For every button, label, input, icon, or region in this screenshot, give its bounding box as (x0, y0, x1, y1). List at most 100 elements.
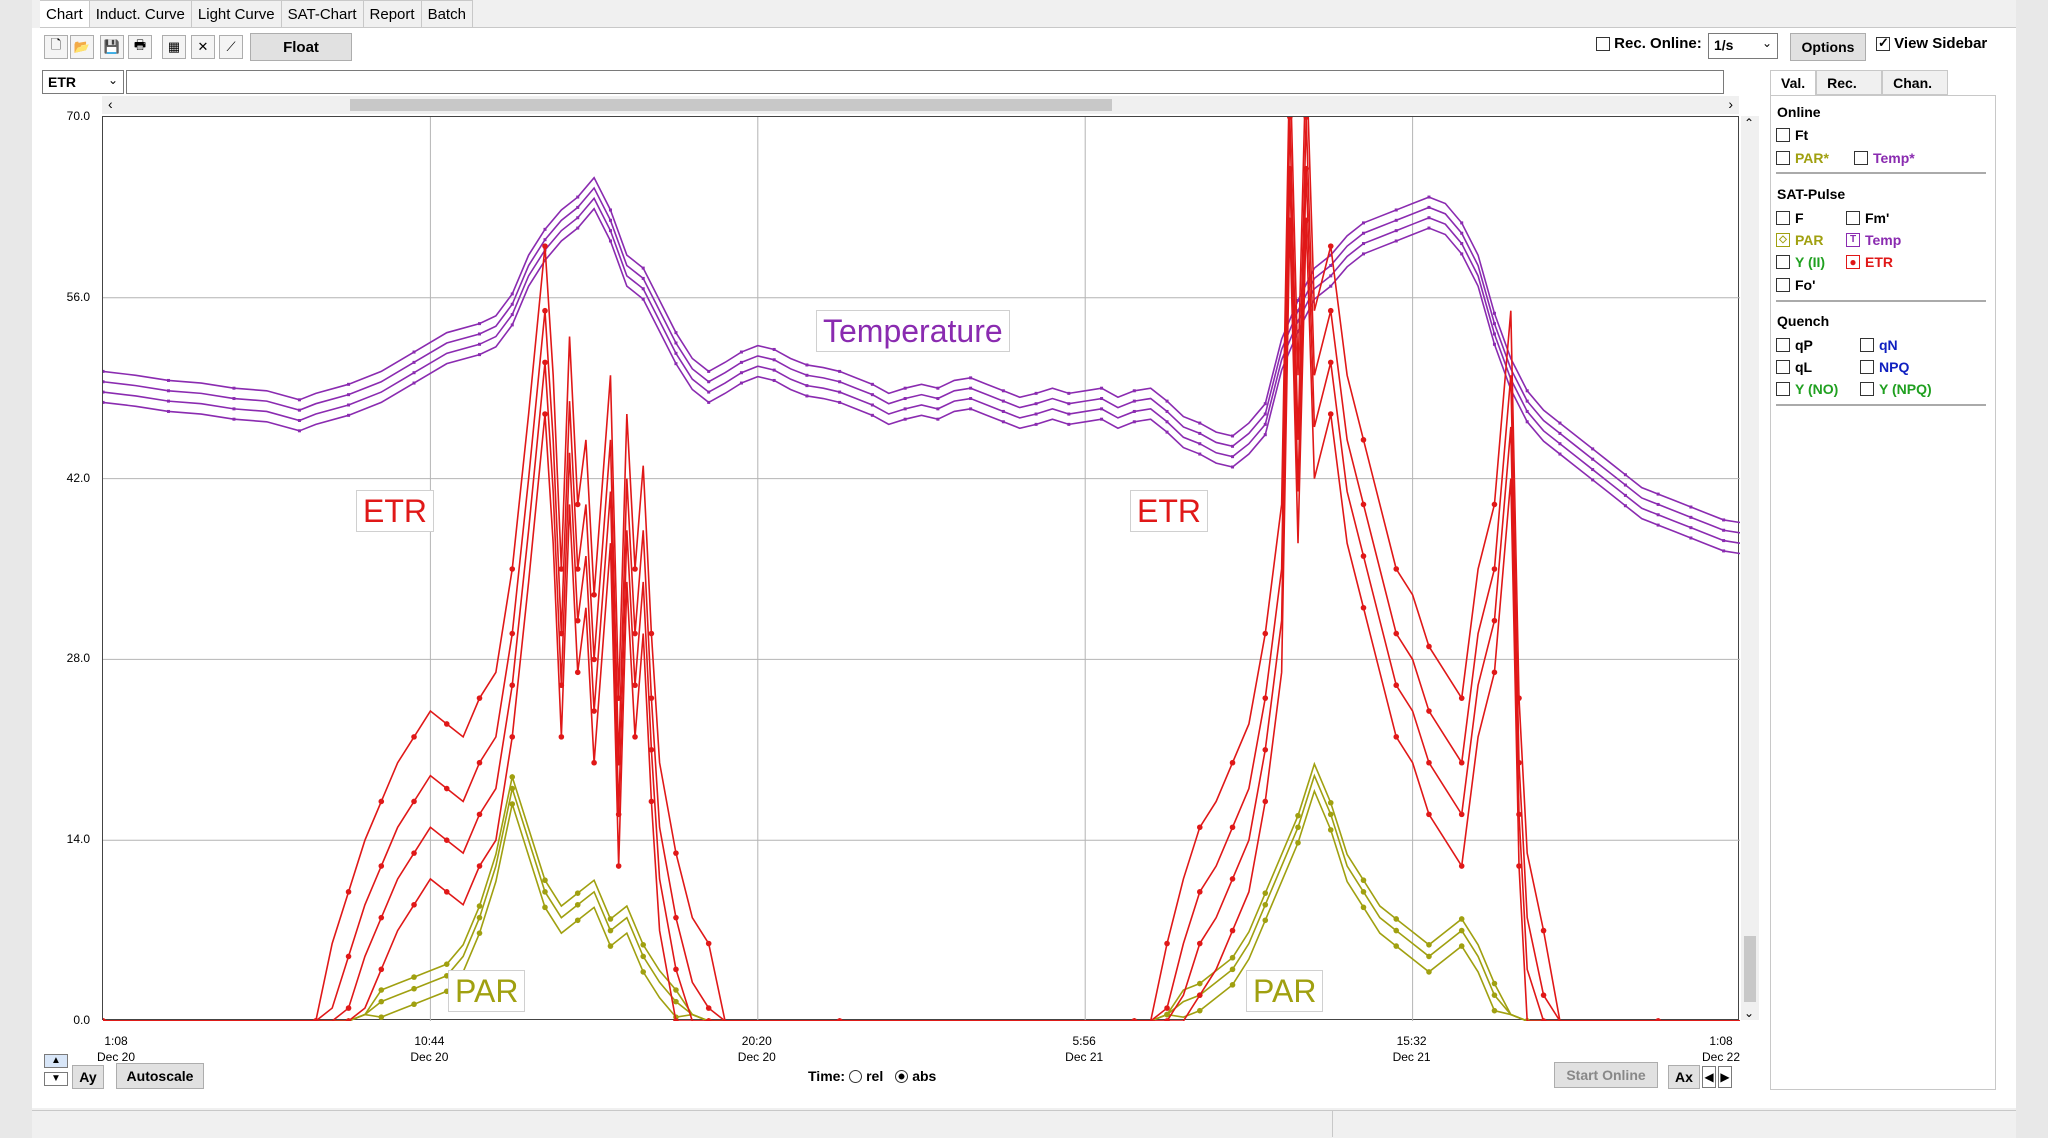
temperature-point (641, 287, 645, 291)
ay-button[interactable]: Ay (72, 1065, 104, 1089)
par-marker-icon[interactable]: ◇ (1776, 233, 1790, 247)
tab-induct-curve[interactable]: Induct. Curve (89, 0, 192, 28)
scrollbar-thumb[interactable] (350, 99, 1112, 111)
option-ql[interactable]: qL (1776, 359, 1812, 375)
tab-sat-chart[interactable]: SAT-Chart (281, 0, 364, 28)
channel-select[interactable]: ETR ⌄ (42, 70, 124, 94)
option-fo-prime[interactable]: Fo' (1776, 277, 1815, 293)
option-fm-prime[interactable]: Fm' (1846, 210, 1889, 226)
option-qn[interactable]: qN (1860, 337, 1898, 353)
checkbox[interactable] (1776, 360, 1790, 374)
checkbox[interactable] (1776, 151, 1790, 165)
vertical-scrollbar[interactable]: ⌃ ⌄ (1741, 116, 1759, 1020)
sidebar-tab-val[interactable]: Val. (1770, 70, 1817, 95)
checkbox[interactable] (1776, 382, 1790, 396)
par-point (1196, 980, 1203, 987)
checkbox[interactable] (1860, 360, 1874, 374)
checkbox[interactable] (1776, 278, 1790, 292)
status-line-field[interactable] (126, 70, 1724, 94)
option-y-no[interactable]: Y (NO) (1776, 381, 1838, 397)
checkbox[interactable] (1776, 338, 1790, 352)
option-ft[interactable]: Ft (1776, 127, 1808, 143)
checkbox[interactable] (1776, 128, 1790, 142)
view-sidebar-checkbox-group[interactable]: View Sidebar (1876, 35, 1987, 52)
checkbox[interactable] (1776, 255, 1790, 269)
temperature-point (674, 331, 678, 335)
etr-point (1491, 501, 1498, 508)
new-file-icon[interactable]: 🗋 (44, 35, 68, 59)
etr-point (574, 669, 581, 676)
temperature-point (903, 397, 907, 401)
temperature-point (936, 417, 940, 421)
rec-online-checkbox[interactable] (1596, 37, 1610, 52)
temp-marker-icon[interactable]: T (1846, 233, 1860, 247)
y-scale-down-icon[interactable]: ▼ (44, 1072, 68, 1086)
tab-chart[interactable]: Chart (40, 0, 90, 28)
etr-point (1164, 1005, 1170, 1011)
rec-online-checkbox-group[interactable]: Rec. Online: (1596, 35, 1702, 52)
temperature-point (1231, 434, 1235, 438)
option-f[interactable]: F (1776, 210, 1804, 226)
option-par[interactable]: ◇ PAR (1776, 232, 1824, 248)
option-label: Temp* (1873, 150, 1915, 166)
checkbox[interactable] (1776, 211, 1790, 225)
scroll-right-icon[interactable]: › (1728, 96, 1733, 112)
checkbox[interactable] (1860, 382, 1874, 396)
etr-point (1360, 553, 1367, 559)
save-icon[interactable]: 💾 (100, 35, 124, 59)
etr-point (476, 811, 483, 818)
options-button[interactable]: Options (1790, 33, 1866, 61)
cross-cursor-icon[interactable]: ✕ (191, 35, 215, 59)
x-scroll-right-icon[interactable]: ▶ (1718, 1066, 1732, 1088)
scroll-up-icon[interactable]: ⌃ (1744, 116, 1754, 130)
float-button[interactable]: Float (250, 33, 352, 61)
temperature-point (1198, 421, 1202, 425)
option-npq[interactable]: NPQ (1860, 359, 1909, 375)
option-temp[interactable]: T Temp (1846, 232, 1901, 248)
temperature-point (1263, 412, 1267, 416)
open-folder-icon[interactable]: 📂 (70, 35, 94, 59)
option-label: Fo' (1795, 277, 1816, 293)
etr-marker-icon[interactable]: ● (1846, 255, 1860, 269)
temperature-point (772, 358, 776, 362)
sidebar-tab-rec[interactable]: Rec. (1816, 70, 1883, 95)
vertical-scrollbar-thumb[interactable] (1744, 936, 1756, 1002)
grid-icon[interactable]: ▦ (162, 35, 186, 59)
option-etr[interactable]: ● ETR (1846, 254, 1893, 270)
abs-radio[interactable] (895, 1069, 909, 1083)
autoscale-button[interactable]: Autoscale (116, 1063, 204, 1089)
x-tick-label: 5:56 Dec 21 (1044, 1033, 1124, 1065)
sidebar-tab-chan[interactable]: Chan. (1882, 70, 1949, 95)
checkbox[interactable] (1854, 151, 1868, 165)
print-icon[interactable]: 🖶 (128, 35, 152, 59)
chart-plot-area[interactable] (100, 49, 1741, 1024)
scroll-left-icon[interactable]: ‹ (108, 96, 113, 112)
x-tick-date: Dec 22 (1701, 1050, 1741, 1064)
option-temp-star[interactable]: Temp* (1854, 150, 1915, 166)
option-y-npq[interactable]: Y (NPQ) (1860, 381, 1932, 397)
option-qp[interactable]: qP (1776, 337, 1813, 353)
view-sidebar-checkbox[interactable] (1876, 35, 1890, 52)
rel-radio[interactable] (849, 1069, 863, 1083)
etr-point (1393, 630, 1400, 637)
checkbox[interactable] (1846, 211, 1860, 225)
option-y-ii[interactable]: Y (II) (1776, 254, 1825, 270)
tab-report[interactable]: Report (363, 0, 422, 28)
temperature-point (1231, 444, 1235, 448)
checkbox[interactable] (1860, 338, 1874, 352)
line-icon[interactable]: ⟋ (219, 35, 243, 59)
ax-button[interactable]: Ax (1668, 1065, 1700, 1089)
tab-light-curve[interactable]: Light Curve (191, 0, 282, 28)
scroll-down-icon[interactable]: ⌄ (1744, 1006, 1754, 1020)
interval-select[interactable]: 1/s ⌄ (1708, 33, 1778, 59)
x-scroll-left-icon[interactable]: ◀ (1702, 1066, 1716, 1088)
y-scale-up-icon[interactable]: ▲ (44, 1054, 68, 1068)
temperature-point (1689, 536, 1693, 540)
temperature-point (1394, 229, 1398, 233)
horizontal-scrollbar[interactable]: ‹ › (102, 96, 1739, 114)
option-par-star[interactable]: PAR* (1776, 150, 1829, 166)
tab-batch[interactable]: Batch (421, 0, 473, 28)
etr-point (1287, 217, 1293, 224)
start-online-button[interactable]: Start Online (1554, 1062, 1658, 1088)
temperature-point (805, 394, 809, 398)
